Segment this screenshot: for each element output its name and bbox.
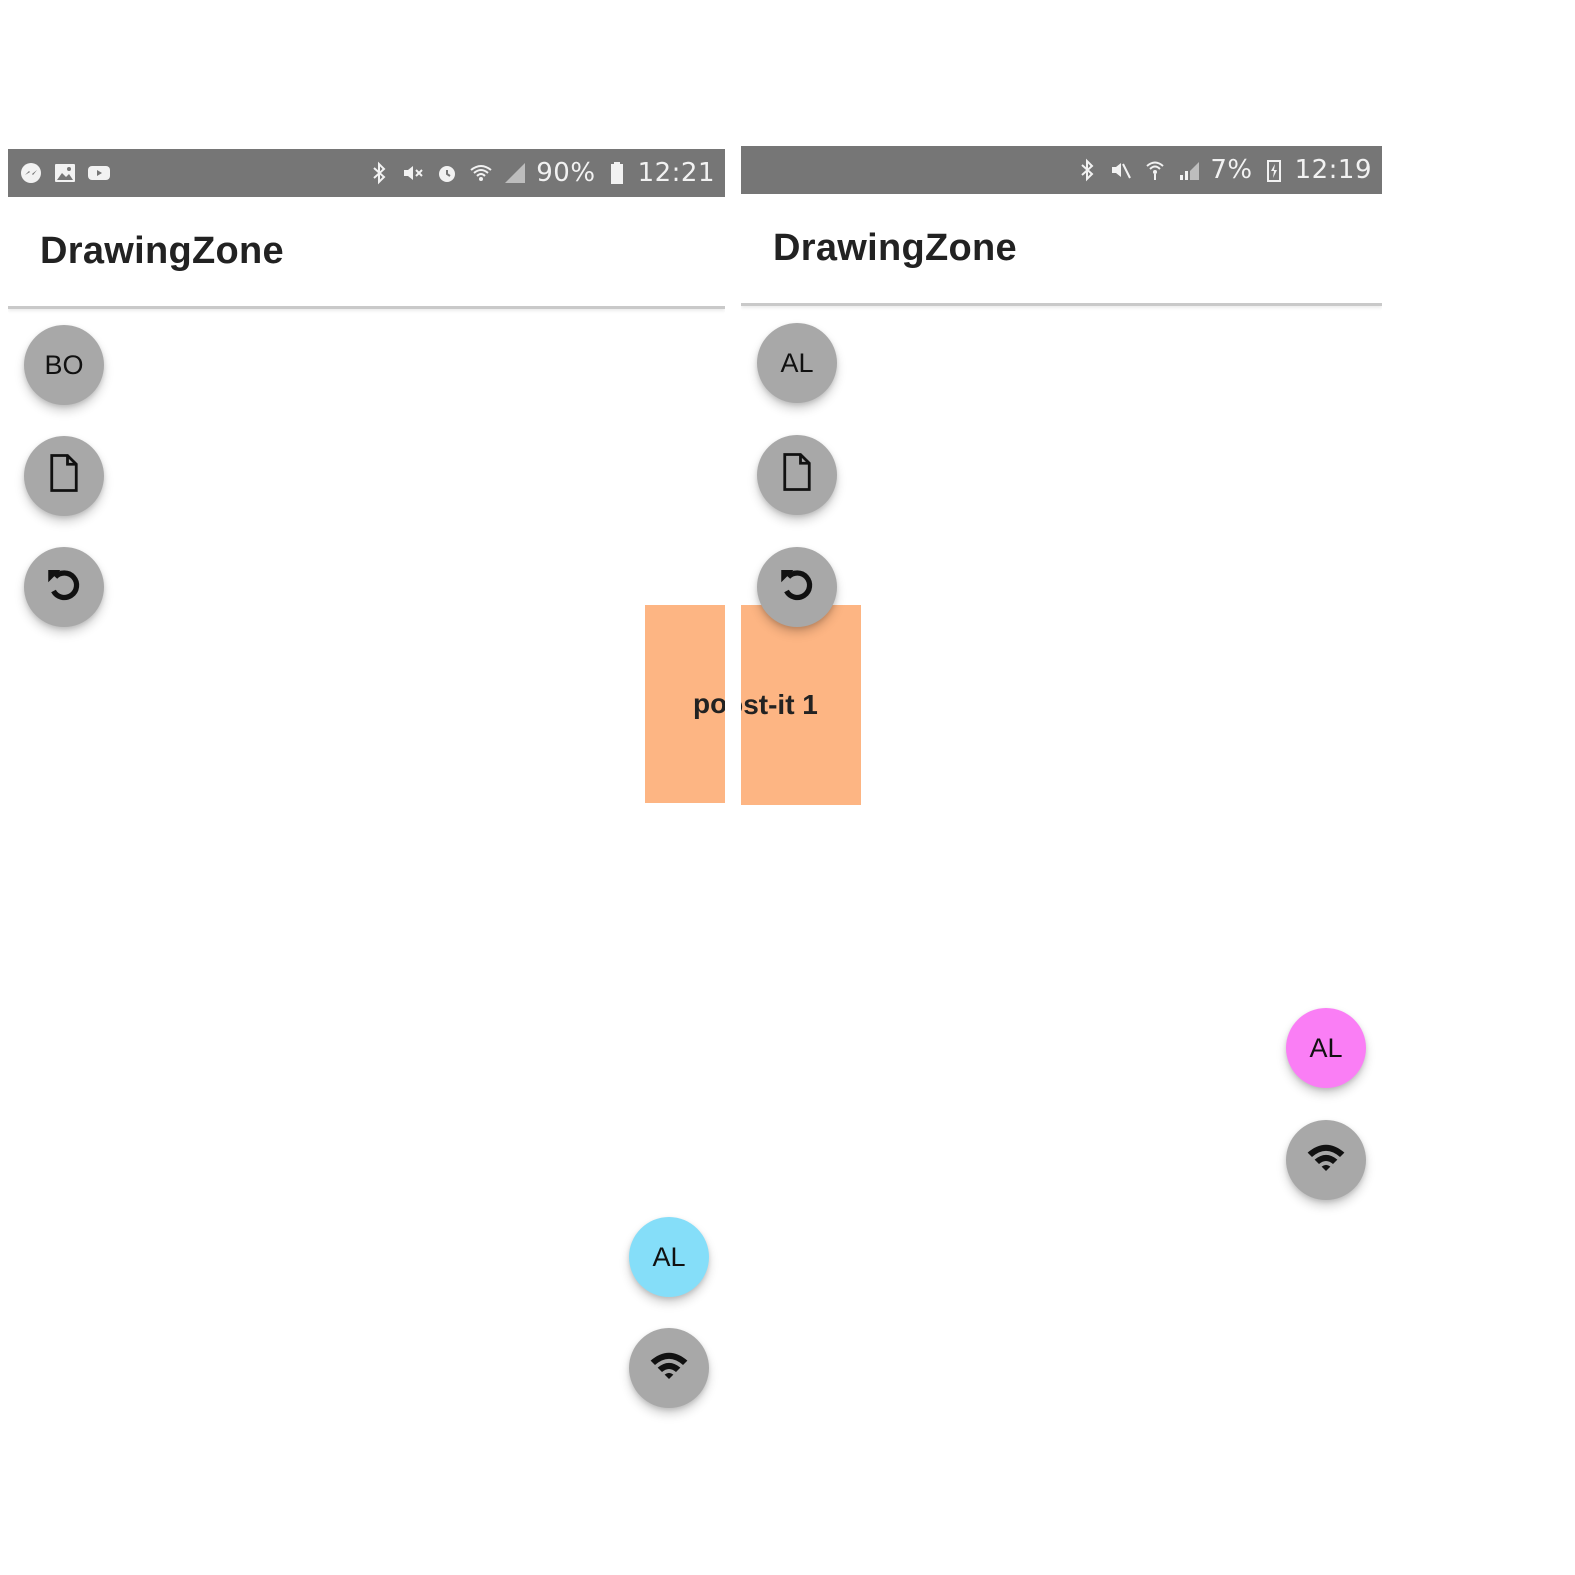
new-document-icon <box>43 452 85 501</box>
user-avatar-button[interactable]: BO <box>24 325 104 405</box>
new-document-icon <box>776 451 818 500</box>
postit-label: post-it 1 <box>693 688 725 719</box>
alarm-icon <box>434 160 460 186</box>
wifi-icon <box>1142 157 1168 183</box>
remote-user-initials: AL <box>652 1241 686 1272</box>
undo-icon <box>776 563 818 612</box>
phone-screen-left: 90% 12:21 DrawingZone BO post-it 1 AL <box>8 149 725 1425</box>
clock: 12:21 <box>637 158 715 188</box>
remote-user-avatar[interactable]: AL <box>1286 1008 1366 1088</box>
new-document-button[interactable] <box>24 436 104 516</box>
youtube-icon <box>86 160 112 186</box>
app-bar: DrawingZone <box>8 197 725 309</box>
signal-icon <box>1176 157 1202 183</box>
signal-icon <box>502 160 528 186</box>
wifi-icon <box>648 1344 690 1393</box>
postit-label: post-it 1 <box>741 689 818 720</box>
phone-screen-right: 7% 12:19 DrawingZone post-it 1 AL AL <box>741 146 1382 1216</box>
battery-icon <box>1261 157 1287 183</box>
user-initials: BO <box>44 349 84 380</box>
connection-button[interactable] <box>1286 1120 1366 1200</box>
app-title: DrawingZone <box>773 227 1017 269</box>
battery-icon <box>604 160 630 186</box>
new-document-button[interactable] <box>757 435 837 515</box>
undo-button[interactable] <box>757 547 837 627</box>
user-initials: AL <box>780 347 814 378</box>
bluetooth-icon <box>366 160 392 186</box>
connection-button[interactable] <box>629 1328 709 1408</box>
remote-user-initials: AL <box>1309 1032 1343 1063</box>
battery-percent: 90% <box>536 158 596 188</box>
mute-icon <box>400 160 426 186</box>
wifi-icon <box>468 160 494 186</box>
postit-note[interactable]: post-it 1 <box>741 605 861 805</box>
status-bar: 7% 12:19 <box>741 146 1382 194</box>
undo-button[interactable] <box>24 547 104 627</box>
clock: 12:19 <box>1294 155 1372 185</box>
app-bar: DrawingZone <box>741 194 1382 306</box>
postit-note[interactable]: post-it 1 <box>645 605 725 803</box>
battery-percent: 7% <box>1210 155 1253 185</box>
remote-user-avatar[interactable]: AL <box>629 1217 709 1297</box>
mute-icon <box>1108 157 1134 183</box>
wifi-icon <box>1305 1136 1347 1185</box>
messenger-icon <box>18 160 44 186</box>
gallery-icon <box>52 160 78 186</box>
app-title: DrawingZone <box>40 230 284 272</box>
user-avatar-button[interactable]: AL <box>757 323 837 403</box>
status-bar: 90% 12:21 <box>8 149 725 197</box>
undo-icon <box>43 563 85 612</box>
bluetooth-icon <box>1074 157 1100 183</box>
